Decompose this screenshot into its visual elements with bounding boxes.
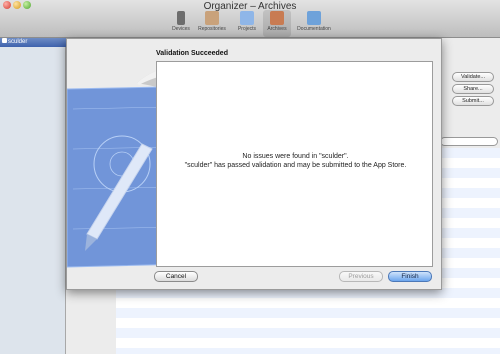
sidebar-item-sculder[interactable]: sculder	[0, 38, 66, 47]
search-input[interactable]	[440, 137, 498, 146]
app-icon	[2, 38, 7, 43]
repository-icon	[205, 11, 219, 25]
toolbar-projects-label: Projects	[237, 26, 257, 32]
device-icon	[177, 11, 185, 25]
toolbar-archives[interactable]: Archives	[263, 10, 291, 37]
sheet-title: Validation Succeeded	[156, 50, 228, 57]
toolbar-devices[interactable]: Devices	[170, 11, 192, 32]
validate-button[interactable]: Validate...	[452, 72, 494, 82]
toolbar-devices-label: Devices	[172, 26, 190, 32]
submit-button[interactable]: Submit...	[452, 96, 494, 106]
validation-results-panel: No issues were found in "sculder". "scul…	[156, 61, 433, 267]
documentation-icon	[307, 11, 321, 25]
validation-sheet: Validation Succeeded No issues were foun…	[66, 38, 442, 290]
result-message: No issues were found in "sculder".	[242, 153, 349, 160]
result-detail: "sculder" has passed validation and may …	[184, 162, 407, 169]
toolbar-repositories[interactable]: Repositories	[194, 11, 230, 32]
toolbar-documentation[interactable]: Documentation	[293, 11, 335, 32]
finish-button[interactable]: Finish	[388, 271, 432, 282]
sidebar-item-label: sculder	[8, 39, 28, 45]
archive-icon	[270, 11, 284, 25]
sidebar: sculder	[0, 38, 66, 354]
toolbar-repositories-label: Repositories	[198, 26, 226, 32]
previous-button[interactable]: Previous	[339, 271, 383, 282]
share-button[interactable]: Share...	[452, 84, 494, 94]
toolbar-archives-label: Archives	[267, 26, 287, 32]
toolbar-documentation-label: Documentation	[297, 26, 331, 32]
project-icon	[240, 11, 254, 25]
cancel-button[interactable]: Cancel	[154, 271, 198, 282]
title-bar: Organizer – Archives Devices Repositorie…	[0, 0, 500, 38]
toolbar-projects[interactable]: Projects	[233, 11, 261, 32]
